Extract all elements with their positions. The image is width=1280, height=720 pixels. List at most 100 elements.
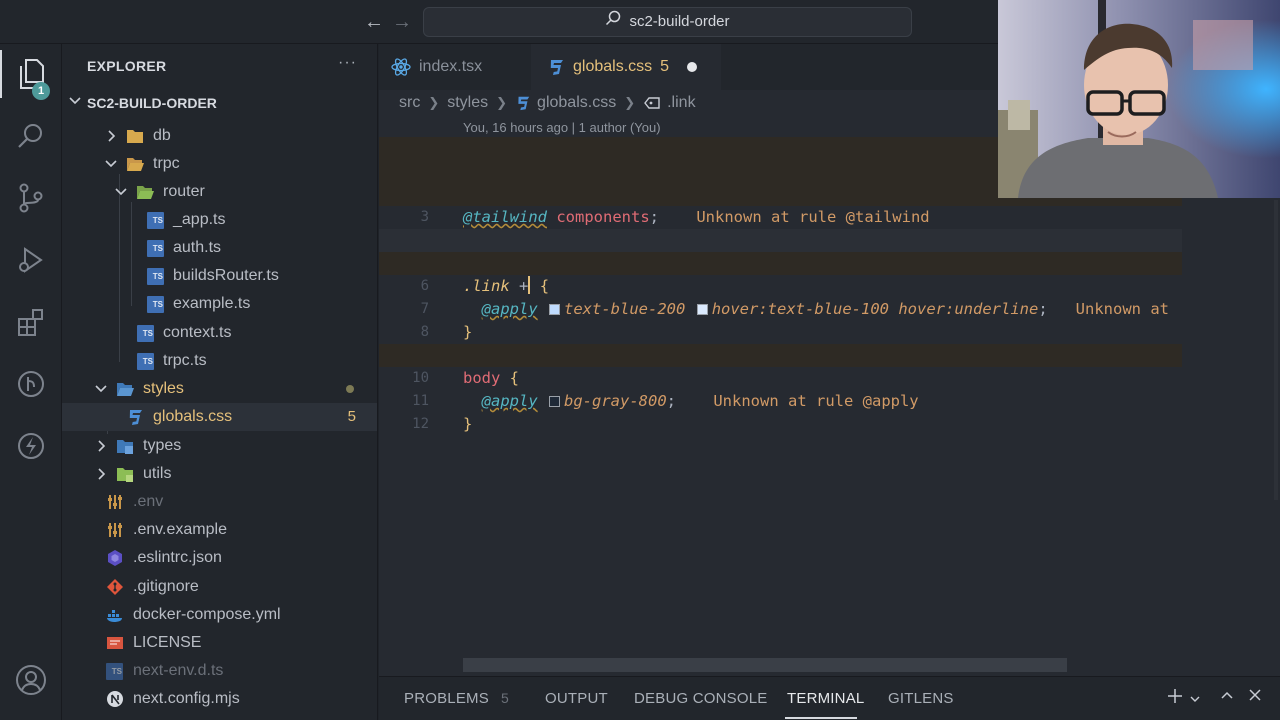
chevron-right-icon bbox=[104, 129, 118, 143]
tree-folder-types[interactable]: types bbox=[62, 432, 377, 460]
code-line[interactable]: 10 @apply bg-gray-800; Unknown at rule @… bbox=[379, 344, 1182, 410]
run-debug-icon[interactable] bbox=[0, 236, 62, 284]
breadcrumb-item[interactable]: globals.css bbox=[537, 94, 616, 112]
tree-file-docker-compose[interactable]: docker-compose.yml bbox=[62, 601, 377, 629]
new-terminal-icon[interactable] bbox=[1166, 687, 1184, 710]
source-control-icon[interactable] bbox=[0, 174, 62, 222]
modified-dot bbox=[346, 385, 354, 393]
tree-file-auth-ts[interactable]: TS auth.ts bbox=[62, 234, 377, 262]
code-line[interactable]: 5 .link + { bbox=[379, 229, 1182, 295]
code-line[interactable]: 9 body { bbox=[379, 321, 1182, 387]
back-arrow-icon[interactable]: ← bbox=[362, 10, 386, 34]
chevron-down-icon bbox=[114, 185, 128, 199]
code-line[interactable]: 7 } bbox=[379, 275, 1182, 341]
tree-file-globals-css[interactable]: globals.css 5 bbox=[62, 403, 377, 431]
tree-file-eslintrc[interactable]: .eslintrc.json bbox=[62, 544, 377, 572]
types-folder-icon bbox=[116, 437, 134, 455]
chevron-right-icon: ❯ bbox=[428, 95, 440, 110]
problems-count: 5 bbox=[501, 690, 509, 706]
tree-label: types bbox=[143, 437, 182, 454]
chevron-down-icon bbox=[104, 157, 118, 171]
maximize-panel-icon[interactable] bbox=[1219, 687, 1235, 708]
typescript-file-icon: TS bbox=[106, 663, 123, 680]
code-line[interactable]: 8 bbox=[379, 298, 1182, 340]
git-graph-icon[interactable] bbox=[0, 360, 62, 408]
chevron-right-icon bbox=[94, 467, 108, 481]
tab-index-tsx[interactable]: index.tsx bbox=[379, 44, 531, 90]
tree-label: router bbox=[163, 183, 205, 200]
typescript-file-icon: TS bbox=[147, 240, 164, 257]
breadcrumb-item[interactable]: styles bbox=[447, 94, 488, 112]
explorer-icon[interactable]: 1 bbox=[0, 50, 62, 100]
tree-label: context.ts bbox=[163, 324, 232, 341]
git-blame-lens[interactable]: You, 16 hours ago | 1 author (You) bbox=[463, 120, 661, 135]
command-center-text: sc2-build-order bbox=[629, 13, 730, 30]
css-file-icon bbox=[126, 408, 144, 426]
folder-icon bbox=[126, 127, 144, 145]
tree-label: trpc bbox=[153, 155, 180, 172]
vertical-scrollbar[interactable] bbox=[1274, 200, 1278, 500]
tab-problems[interactable]: PROBLEMS bbox=[404, 690, 489, 707]
tree-label: .env.example bbox=[133, 521, 227, 538]
tree-label: buildsRouter.ts bbox=[173, 267, 279, 284]
tab-gitlens[interactable]: GITLENS bbox=[888, 690, 954, 707]
line-number: 12 bbox=[412, 416, 429, 432]
typescript-file-icon: TS bbox=[137, 325, 154, 342]
css-file-icon bbox=[515, 95, 531, 111]
tree-file-context-ts[interactable]: TS context.ts bbox=[62, 319, 377, 347]
project-root[interactable]: SC2-BUILD-ORDER bbox=[62, 90, 377, 116]
tree-folder-utils[interactable]: utils bbox=[62, 460, 377, 488]
eslint-file-icon bbox=[106, 549, 124, 567]
close-panel-icon[interactable] bbox=[1247, 687, 1263, 708]
breadcrumb-item[interactable]: src bbox=[399, 94, 420, 112]
breadcrumb-item[interactable]: .link bbox=[667, 94, 695, 112]
tab-output[interactable]: OUTPUT bbox=[545, 690, 608, 707]
tree-file-env-example[interactable]: .env.example bbox=[62, 516, 377, 544]
tree-label: _app.ts bbox=[173, 211, 226, 228]
tree-label: db bbox=[153, 127, 171, 144]
tree-folder-styles[interactable]: styles bbox=[62, 375, 377, 403]
tab-label: globals.css bbox=[573, 58, 653, 75]
selector-icon bbox=[643, 95, 661, 111]
tree-folder-router[interactable]: router bbox=[62, 178, 377, 206]
tree-file-buildsrouter-ts[interactable]: TS buildsRouter.ts bbox=[62, 262, 377, 290]
utils-folder-icon bbox=[116, 465, 134, 483]
tree-file-gitignore[interactable]: .gitignore bbox=[62, 573, 377, 601]
tree-label: LICENSE bbox=[133, 634, 202, 651]
chevron-down-icon[interactable] bbox=[1189, 689, 1201, 710]
horizontal-scrollbar[interactable] bbox=[463, 658, 1067, 672]
tab-globals-css[interactable]: globals.css 5 bbox=[531, 44, 721, 90]
extensions-icon[interactable] bbox=[0, 298, 62, 346]
active-tab-indicator bbox=[785, 717, 857, 719]
more-actions-icon[interactable]: ··· bbox=[338, 54, 357, 72]
presenter-video-image bbox=[998, 0, 1280, 198]
tree-file-trpc-ts[interactable]: TS trpc.ts bbox=[62, 347, 377, 375]
tree-folder-db[interactable]: db bbox=[62, 122, 377, 150]
explorer-badge: 1 bbox=[32, 82, 50, 100]
search-sidebar-icon[interactable] bbox=[0, 112, 62, 160]
tab-terminal[interactable]: TERMINAL bbox=[787, 690, 864, 707]
tree-label: globals.css bbox=[153, 408, 233, 425]
unsaved-dot-icon[interactable] bbox=[687, 62, 698, 72]
chevron-down-icon bbox=[68, 94, 82, 111]
tree-file-next-env[interactable]: TS next-env.d.ts bbox=[62, 657, 377, 685]
tree-file-app-ts[interactable]: TS _app.ts bbox=[62, 206, 377, 234]
tree-file-env[interactable]: .env bbox=[62, 488, 377, 516]
accounts-icon[interactable] bbox=[0, 656, 62, 704]
tree-file-next-config[interactable]: next.config.mjs bbox=[62, 685, 377, 713]
tab-debug-console[interactable]: DEBUG CONSOLE bbox=[634, 690, 767, 707]
tree-file-license[interactable]: LICENSE bbox=[62, 629, 377, 657]
tree-folder-trpc[interactable]: trpc bbox=[62, 150, 377, 178]
command-center-search[interactable]: sc2-build-order bbox=[423, 7, 912, 37]
chevron-right-icon: ❯ bbox=[624, 95, 636, 110]
open-folder-icon bbox=[126, 155, 144, 173]
forward-arrow-icon[interactable]: → bbox=[390, 10, 414, 34]
tree-label: utils bbox=[143, 465, 172, 482]
code-line[interactable]: 4 bbox=[379, 206, 1182, 248]
code-line[interactable]: 11 } bbox=[379, 367, 1182, 433]
thunder-client-icon[interactable] bbox=[0, 422, 62, 470]
tree-label: trpc.ts bbox=[163, 352, 207, 369]
code-line[interactable]: 6 @apply text-blue-200 hover:text-blue-1… bbox=[379, 252, 1182, 318]
tree-file-example-ts[interactable]: TS example.ts bbox=[62, 290, 377, 318]
code-line[interactable]: 12 bbox=[379, 390, 1182, 432]
